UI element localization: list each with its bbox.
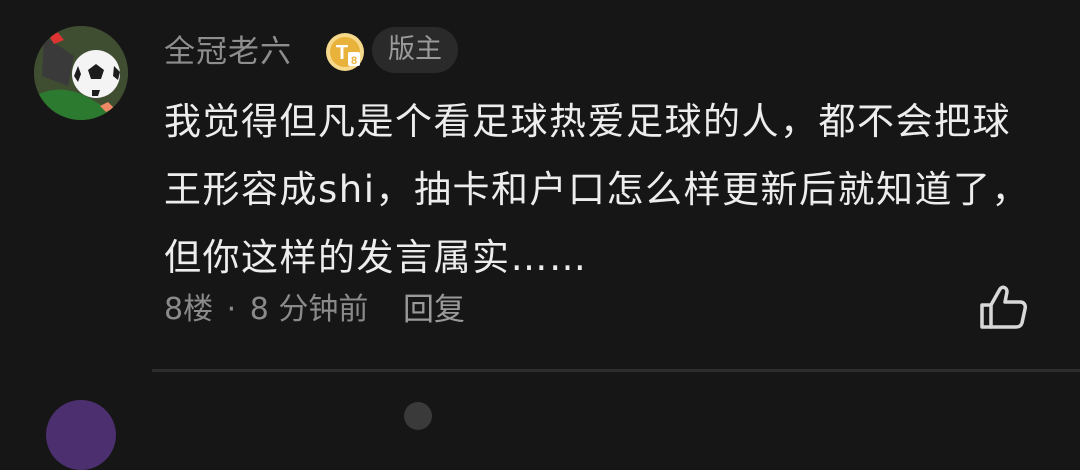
next-comment-badge bbox=[404, 402, 432, 430]
like-button[interactable] bbox=[978, 283, 1030, 333]
thumbs-up-icon bbox=[980, 285, 1027, 329]
reply-button[interactable]: 回复 bbox=[403, 288, 465, 332]
comment-text: 我觉得但凡是个看足球热爱足球的人，都不会把球王形容成shi，抽卡和户口怎么样更新… bbox=[164, 100, 1031, 279]
meta-separator: · bbox=[226, 292, 237, 327]
avatar[interactable] bbox=[34, 26, 128, 120]
comment-meta: 8楼 · 8 分钟前 bbox=[164, 288, 368, 332]
level-badge-icon: T 8 bbox=[325, 32, 365, 72]
role-badge: 版主 bbox=[372, 27, 458, 73]
level-badge-number: 8 bbox=[351, 55, 357, 67]
post-time: 8 分钟前 bbox=[249, 292, 369, 327]
floor-number: 8楼 bbox=[164, 292, 214, 327]
level-badge-letter: T bbox=[336, 42, 348, 64]
comment-item: 全冠老六 T 8 版主 我觉得但凡是个看足球热爱足球的人，都不会把球王形容成sh… bbox=[0, 0, 1080, 470]
football-avatar-image bbox=[34, 26, 128, 120]
username[interactable]: 全冠老六 bbox=[164, 30, 292, 74]
comment-divider bbox=[152, 369, 1080, 372]
